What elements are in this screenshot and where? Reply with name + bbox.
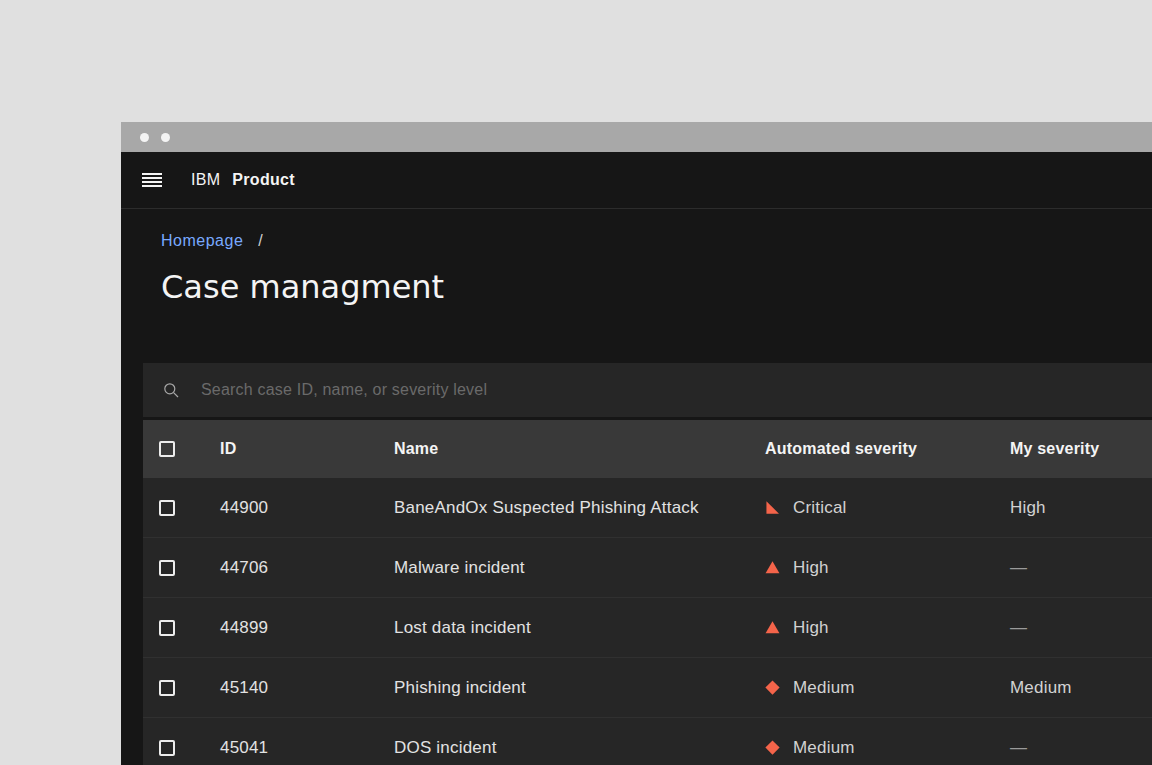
cell-name: Malware incident [394,558,765,578]
brand: IBMProduct [191,171,295,189]
row-checkbox[interactable] [159,560,175,576]
severity-label: Critical [793,498,847,518]
medium-severity-icon [765,740,780,755]
cell-automated-severity: Medium [765,738,1010,758]
severity-label: High [793,558,829,578]
table-toolbar [143,363,1152,420]
column-header-automated-severity: Automated severity [765,440,1010,458]
cell-id: 44899 [220,618,394,638]
search-icon [163,382,179,398]
cell-automated-severity: High [765,558,1010,578]
high-severity-icon [765,560,780,575]
cell-id: 44706 [220,558,394,578]
row-checkbox[interactable] [159,620,175,636]
breadcrumb: Homepage / [161,232,263,250]
table-row: 45041 DOS incident Medium — [143,718,1152,765]
severity-label: Medium [793,738,855,758]
column-header-name: Name [394,440,765,458]
table-row: 44900 BaneAndOx Suspected Phishing Attac… [143,478,1152,538]
cell-name: DOS incident [394,738,765,758]
cell-automated-severity: High [765,618,1010,638]
cell-id: 44900 [220,498,394,518]
severity-label: High [793,618,829,638]
row-checkbox[interactable] [159,740,175,756]
critical-severity-icon [765,500,780,515]
cell-my-severity: — [1010,738,1152,758]
table-row: 45140 Phishing incident Medium Medium [143,658,1152,718]
window-control-dot[interactable] [140,133,149,142]
cell-name: BaneAndOx Suspected Phishing Attack [394,498,765,518]
cell-id: 45140 [220,678,394,698]
row-checkbox[interactable] [159,680,175,696]
page-title: Case managment [161,267,444,307]
high-severity-icon [765,620,780,635]
app-header: IBMProduct [121,152,1152,209]
cell-my-severity: — [1010,618,1152,638]
table-row: 44706 Malware incident High — [143,538,1152,598]
data-table: ID Name Automated severity My severity 4… [143,363,1152,765]
cell-my-severity: High [1010,498,1152,518]
window-titlebar [121,122,1152,152]
cell-name: Phishing incident [394,678,765,698]
cell-id: 45041 [220,738,394,758]
column-header-my-severity: My severity [1010,440,1152,458]
app-window: IBMProduct Homepage / Case managment ID … [121,122,1152,765]
table-row: 44899 Lost data incident High — [143,598,1152,658]
cell-automated-severity: Medium [765,678,1010,698]
search-input[interactable] [201,381,801,399]
cell-my-severity: — [1010,558,1152,578]
row-checkbox[interactable] [159,500,175,516]
table-header-row: ID Name Automated severity My severity [143,420,1152,478]
breadcrumb-link-homepage[interactable]: Homepage [161,232,243,249]
cell-name: Lost data incident [394,618,765,638]
breadcrumb-separator: / [258,232,263,249]
table-body: 44900 BaneAndOx Suspected Phishing Attac… [143,478,1152,765]
cell-automated-severity: Critical [765,498,1010,518]
select-all-checkbox[interactable] [159,441,175,457]
medium-severity-icon [765,680,780,695]
window-control-dot[interactable] [161,133,170,142]
column-header-id: ID [220,440,394,458]
menu-icon[interactable] [142,173,162,187]
severity-label: Medium [793,678,855,698]
cell-my-severity: Medium [1010,678,1152,698]
